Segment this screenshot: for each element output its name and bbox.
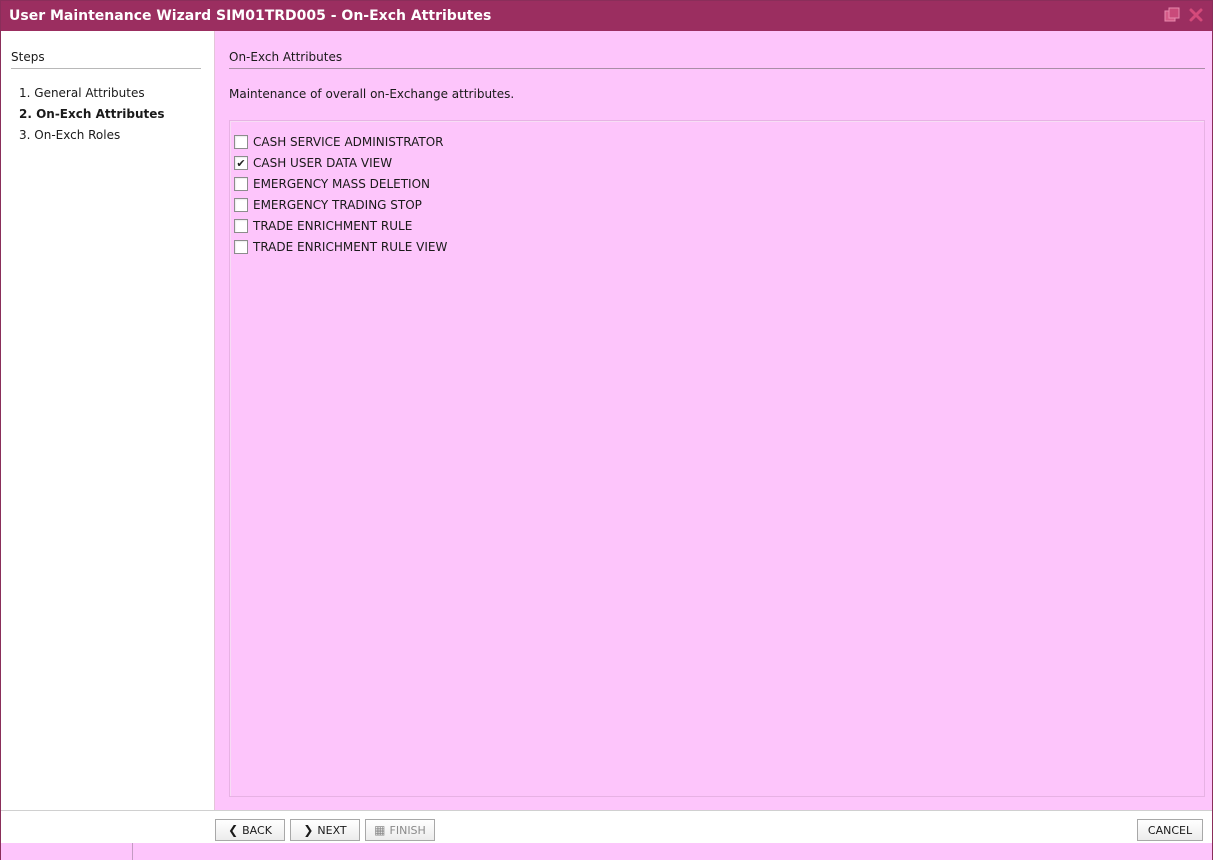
status-divider bbox=[132, 843, 133, 860]
finish-button-label: FINISH bbox=[389, 823, 426, 837]
restore-icon[interactable] bbox=[1164, 7, 1180, 23]
content-description: Maintenance of overall on-Exchange attri… bbox=[229, 87, 515, 101]
checkbox[interactable] bbox=[234, 219, 248, 233]
steps-list: 1. General Attributes 2. On-Exch Attribu… bbox=[19, 83, 165, 146]
option-emergency-mass-deletion[interactable]: EMERGENCY MASS DELETION bbox=[234, 173, 430, 195]
checkbox[interactable] bbox=[234, 198, 248, 212]
option-cash-service-administrator[interactable]: CASH SERVICE ADMINISTRATOR bbox=[234, 131, 444, 153]
checkbox[interactable] bbox=[234, 240, 248, 254]
chevron-left-icon: ❮ bbox=[228, 823, 239, 837]
option-emergency-trading-stop[interactable]: EMERGENCY TRADING STOP bbox=[234, 194, 422, 216]
option-trade-enrichment-rule[interactable]: TRADE ENRICHMENT RULE bbox=[234, 215, 412, 237]
window-title: User Maintenance Wizard SIM01TRD005 - On… bbox=[9, 8, 492, 24]
option-label: CASH USER DATA VIEW bbox=[253, 156, 393, 170]
step-item-on-exch-roles: 3. On-Exch Roles bbox=[19, 128, 121, 142]
content-header: On-Exch Attributes bbox=[229, 50, 1205, 69]
checkbox[interactable] bbox=[234, 135, 248, 149]
step-item-general-attributes: 1. General Attributes bbox=[19, 86, 145, 100]
option-cash-user-data-view[interactable]: ✔ CASH USER DATA VIEW bbox=[234, 152, 392, 174]
steps-panel: Steps 1. General Attributes 2. On-Exch A… bbox=[1, 31, 215, 810]
back-button-label: BACK bbox=[242, 823, 272, 837]
option-label: TRADE ENRICHMENT RULE VIEW bbox=[253, 240, 448, 254]
step-item-on-exch-attributes: 2. On-Exch Attributes bbox=[19, 107, 165, 121]
checkbox[interactable] bbox=[234, 177, 248, 191]
next-button[interactable]: ❯ NEXT bbox=[290, 819, 360, 841]
wizard-footer: ❮ BACK ❯ NEXT ▦ FINISH CANCEL bbox=[1, 810, 1212, 843]
steps-header: Steps bbox=[11, 50, 201, 69]
content-panel: On-Exch Attributes Maintenance of overal… bbox=[215, 31, 1212, 810]
cancel-button-label: CANCEL bbox=[1147, 823, 1193, 837]
checkered-flag-icon: ▦ bbox=[374, 823, 386, 837]
checkbox[interactable]: ✔ bbox=[234, 156, 248, 170]
option-label: EMERGENCY TRADING STOP bbox=[253, 198, 422, 212]
option-label: TRADE ENRICHMENT RULE bbox=[253, 219, 413, 233]
option-label: CASH SERVICE ADMINISTRATOR bbox=[253, 135, 444, 149]
option-trade-enrichment-rule-view[interactable]: TRADE ENRICHMENT RULE VIEW bbox=[234, 236, 447, 258]
next-button-label: NEXT bbox=[317, 823, 347, 837]
wizard-window: User Maintenance Wizard SIM01TRD005 - On… bbox=[0, 0, 1213, 860]
option-label: EMERGENCY MASS DELETION bbox=[253, 177, 431, 191]
finish-button[interactable]: ▦ FINISH bbox=[365, 819, 435, 841]
attributes-list: CASH SERVICE ADMINISTRATOR ✔ CASH USER D… bbox=[229, 120, 1205, 797]
title-bar-controls bbox=[1164, 7, 1204, 25]
back-button[interactable]: ❮ BACK bbox=[215, 819, 285, 841]
title-bar: User Maintenance Wizard SIM01TRD005 - On… bbox=[1, 1, 1212, 31]
cancel-button[interactable]: CANCEL bbox=[1137, 819, 1203, 841]
status-bar bbox=[1, 843, 1212, 860]
chevron-right-icon: ❯ bbox=[303, 823, 314, 837]
close-icon[interactable] bbox=[1188, 7, 1204, 23]
